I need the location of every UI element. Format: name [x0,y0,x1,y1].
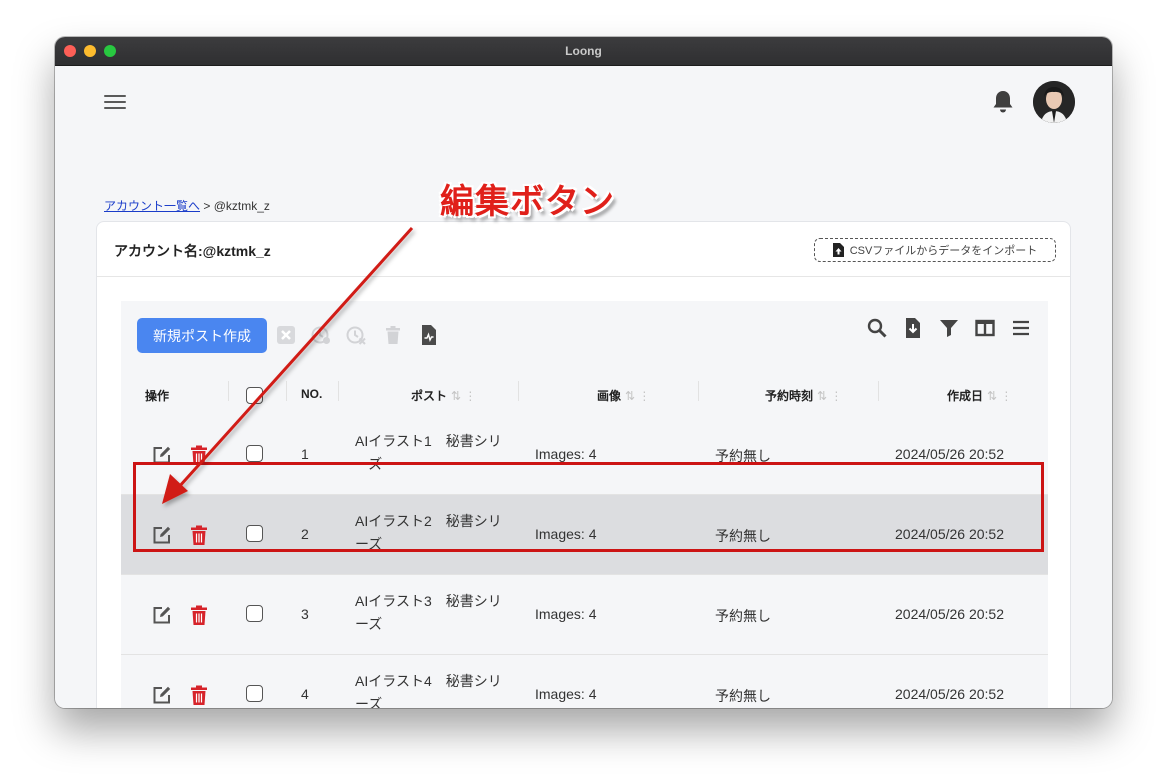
sort-icon[interactable]: ⇅ ⋮ [817,389,842,403]
row-post-line2: ーズ [355,616,383,632]
column-header-created[interactable]: 作成日 ⇅ ⋮ [947,387,1012,404]
column-separator [338,381,339,401]
edit-icon[interactable] [152,605,172,625]
column-header-scheduled-label: 予約時刻 [765,389,814,403]
row-checkbox[interactable] [246,525,263,542]
file-chart-icon[interactable] [419,325,439,345]
breadcrumb: アカウント一覧へ > @kztmk_z [104,197,270,214]
row-checkbox[interactable] [246,445,263,462]
column-separator [228,381,229,401]
column-header-post-label: ポスト [411,389,448,403]
columns-icon[interactable] [975,318,995,338]
row-checkbox[interactable] [246,605,263,622]
row-post: AIイラスト2 秘書シリ ーズ [355,510,515,556]
row-scheduled: 予約無し [715,608,771,624]
column-header-images[interactable]: 画像 ⇅ ⋮ [597,387,650,404]
row-checkbox[interactable] [246,685,263,702]
column-separator [698,381,699,401]
download-icon[interactable] [903,318,923,338]
row-images: Images: 4 [535,446,597,462]
row-created: 2024/05/26 20:52 [895,446,1004,462]
row-post-line2: ーズ [355,696,383,708]
edit-icon[interactable] [152,445,172,465]
filter-icon[interactable] [939,318,959,338]
row-scheduled: 予約無し [715,688,771,704]
row-created: 2024/05/26 20:52 [895,526,1004,542]
row-scheduled: 予約無し [715,528,771,544]
file-upload-icon [832,243,844,257]
bell-icon[interactable] [991,89,1015,115]
edit-icon[interactable] [152,685,172,705]
sort-icon[interactable]: ⇅ ⋮ [625,389,650,403]
annotation-label: 編集ボタン [440,182,615,222]
row-post: AIイラスト4 秘書シリ ーズ [355,670,515,708]
density-icon[interactable] [1011,318,1031,338]
row-no: 3 [301,606,309,622]
breadcrumb-separator: > [203,199,211,213]
row-no: 1 [301,446,309,462]
column-separator [878,381,879,401]
row-created: 2024/05/26 20:52 [895,686,1004,702]
sort-icon[interactable]: ⇅ ⋮ [987,389,1012,403]
hamburger-icon[interactable] [104,95,126,111]
row-post-line1: AIイラスト1 秘書シリ [355,433,502,449]
card-header: アカウント名:@kztmk_z CSVファイルからデータをインポート [97,222,1070,277]
table-row[interactable]: 1 AIイラスト1 秘書シリ ーズ Images: 4 予約無し 2024/05… [121,415,1048,495]
delete-icon[interactable] [190,605,208,625]
app-window: Loong アカウント一覧へ > @kztmk_z アカウント名:@kztmk_… [55,37,1112,708]
title-bar: Loong [55,37,1112,66]
new-post-button[interactable]: 新規ポスト作成 [137,318,267,353]
row-post-line1: AIイラスト3 秘書シリ [355,593,502,609]
clear-selection-icon[interactable] [276,325,296,345]
posts-table: 新規ポスト作成 操作 NO. ポスト ⇅ ⋮ 画像 ⇅ ⋮ 予約時刻 ⇅ ⋮ 作… [121,301,1048,708]
column-header-images-label: 画像 [597,389,622,403]
column-separator [286,381,287,401]
row-images: Images: 4 [535,606,597,622]
delete-icon[interactable] [190,685,208,705]
row-post: AIイラスト3 秘書シリ ーズ [355,590,515,636]
row-post: AIイラスト1 秘書シリ ーズ [355,430,515,476]
row-post-line2: ーズ [355,456,383,472]
row-no: 2 [301,526,309,542]
row-post-line1: AIイラスト4 秘書シリ [355,673,502,689]
table-row[interactable]: 4 AIイラスト4 秘書シリ ーズ Images: 4 予約無し 2024/05… [121,655,1048,708]
column-separator [518,381,519,401]
row-images: Images: 4 [535,686,597,702]
column-header-no[interactable]: NO. [301,387,322,401]
table-row[interactable]: 2 AIイラスト2 秘書シリ ーズ Images: 4 予約無し 2024/05… [121,495,1048,575]
unschedule-icon[interactable] [346,325,366,345]
csv-import-button[interactable]: CSVファイルからデータをインポート [814,238,1056,262]
breadcrumb-current: @kztmk_z [213,199,270,213]
row-images: Images: 4 [535,526,597,542]
account-card: アカウント名:@kztmk_z CSVファイルからデータをインポート 新規ポスト… [96,221,1071,708]
delete-icon[interactable] [190,445,208,465]
trash-icon[interactable] [383,325,403,345]
table-row[interactable]: 3 AIイラスト3 秘書シリ ーズ Images: 4 予約無し 2024/05… [121,575,1048,655]
account-name: アカウント名:@kztmk_z [114,243,271,259]
app-content: アカウント一覧へ > @kztmk_z アカウント名:@kztmk_z CSVフ… [55,66,1112,708]
row-created: 2024/05/26 20:52 [895,606,1004,622]
account-list-link[interactable]: アカウント一覧へ [104,199,200,213]
sort-icon[interactable]: ⇅ ⋮ [451,389,476,403]
column-header-actions: 操作 [145,389,170,403]
column-header-post[interactable]: ポスト ⇅ ⋮ [411,387,476,404]
row-post-line2: ーズ [355,536,383,552]
row-scheduled: 予約無し [715,448,771,464]
column-header-created-label: 作成日 [947,389,984,403]
delete-icon[interactable] [190,525,208,545]
schedule-icon[interactable] [311,325,331,345]
window-title: Loong [565,44,602,58]
select-all-checkbox[interactable] [246,387,263,404]
avatar[interactable] [1033,81,1075,123]
csv-import-label: CSVファイルからデータをインポート [849,245,1038,257]
row-no: 4 [301,686,309,702]
search-icon[interactable] [867,318,887,338]
column-header-scheduled[interactable]: 予約時刻 ⇅ ⋮ [765,387,842,404]
edit-icon[interactable] [152,525,172,545]
row-post-line1: AIイラスト2 秘書シリ [355,513,502,529]
